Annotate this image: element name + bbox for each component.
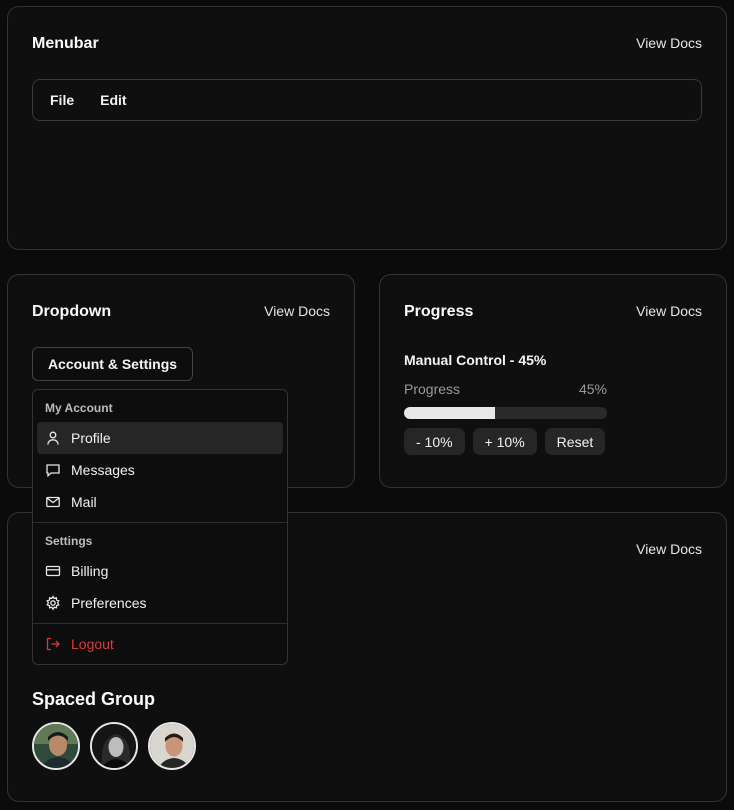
progress-controls: - 10% + 10% Reset xyxy=(404,428,606,455)
view-docs-link[interactable]: View Docs xyxy=(636,541,702,557)
menu-item-label: Logout xyxy=(71,636,114,652)
progress-label: Progress xyxy=(404,381,461,397)
menubar-card-title: Menubar xyxy=(32,35,99,52)
menu-item-label: Profile xyxy=(71,430,111,446)
menubar: File Edit xyxy=(32,79,702,121)
avatar[interactable] xyxy=(90,722,138,770)
menu-item-preferences[interactable]: Preferences xyxy=(37,587,283,619)
progress-bar xyxy=(404,407,607,419)
avatar[interactable] xyxy=(148,722,196,770)
mail-icon xyxy=(46,496,60,508)
menubar-item-file[interactable]: File xyxy=(41,86,83,114)
view-docs-link[interactable]: View Docs xyxy=(264,303,330,319)
progress-card: Progress View Docs Manual Control - 45% … xyxy=(379,274,727,488)
menubar-card: Menubar View Docs File Edit xyxy=(7,6,727,250)
menu-item-label: Preferences xyxy=(71,595,147,611)
progress-fill xyxy=(404,407,496,419)
decrease-button[interactable]: - 10% xyxy=(404,428,465,455)
menu-divider xyxy=(33,522,287,523)
spaced-group-title: Spaced Group xyxy=(32,689,156,709)
progress-value: 45% xyxy=(578,381,607,397)
menu-divider xyxy=(33,623,287,624)
menubar-item-edit[interactable]: Edit xyxy=(91,86,135,114)
menu-item-billing[interactable]: Billing xyxy=(37,555,283,587)
account-dropdown-menu: My Account Profile Messages Mail Setting… xyxy=(32,389,288,665)
logout-icon xyxy=(46,637,60,651)
account-settings-button[interactable]: Account & Settings xyxy=(32,347,193,381)
menu-item-profile[interactable]: Profile xyxy=(37,422,283,454)
menu-item-label: Messages xyxy=(71,462,135,478)
view-docs-link[interactable]: View Docs xyxy=(636,35,702,51)
progress-card-title: Progress xyxy=(404,303,474,320)
avatar[interactable] xyxy=(32,722,80,770)
menu-item-logout[interactable]: Logout xyxy=(37,628,283,660)
menu-item-messages[interactable]: Messages xyxy=(37,454,283,486)
menu-item-mail[interactable]: Mail xyxy=(37,486,283,518)
menu-section-settings: Settings xyxy=(45,534,93,548)
dropdown-card-title: Dropdown xyxy=(32,303,112,320)
gear-icon xyxy=(46,595,60,611)
message-icon xyxy=(46,464,60,478)
increase-button[interactable]: + 10% xyxy=(472,428,537,455)
view-docs-link[interactable]: View Docs xyxy=(636,303,702,319)
reset-button[interactable]: Reset xyxy=(544,428,606,455)
menu-item-label: Mail xyxy=(71,494,97,510)
progress-heading: Manual Control - 45% xyxy=(404,352,547,368)
menu-item-label: Billing xyxy=(71,563,109,579)
avatar-group xyxy=(32,722,196,770)
credit-card-icon xyxy=(45,565,61,577)
menu-section-my-account: My Account xyxy=(45,401,113,415)
user-icon xyxy=(47,431,59,445)
